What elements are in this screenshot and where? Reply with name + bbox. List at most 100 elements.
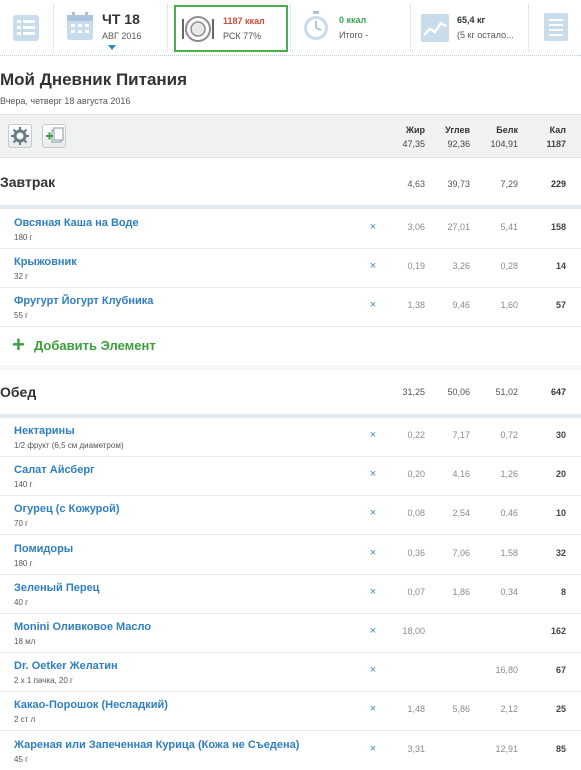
meal-fat: 31,25 bbox=[402, 387, 425, 397]
food-protein: 12,91 bbox=[495, 743, 518, 754]
food-fat: 3,31 bbox=[407, 743, 425, 754]
food-row: Нектарины 1/2 фрукт (6,5 см диаметром) × 0,… bbox=[0, 418, 581, 457]
food-protein: 2,12 bbox=[500, 704, 518, 715]
food-protein: 16,80 bbox=[495, 665, 518, 676]
calories-header: Кал bbox=[549, 125, 566, 135]
food-name-link[interactable]: Крыжовник bbox=[14, 256, 77, 268]
diary-list-icon[interactable] bbox=[12, 14, 40, 47]
calories-tab[interactable]: 1187 ккал РСК 77% bbox=[174, 5, 288, 52]
food-name-link[interactable]: Dr. Oetker Желатин bbox=[14, 660, 118, 672]
food-row: Какао-Порошок (Несладкий) 2 ст л × 1,48 5,86… bbox=[0, 692, 581, 732]
food-carbs: 5,86 bbox=[452, 704, 470, 715]
food-row: Помидоры 180 г × 0,36 7,06 1,58 32 bbox=[0, 536, 581, 575]
food-row: Овсяная Каша на Воде 180 г × 3,06 27,01 5,41 1… bbox=[0, 210, 581, 249]
food-calories: 10 bbox=[555, 508, 566, 519]
food-protein: 0,28 bbox=[500, 261, 518, 272]
meal-protein: 7,29 bbox=[500, 179, 518, 189]
copy-plus-icon bbox=[46, 127, 64, 143]
food-name-link[interactable]: Monini Оливковое Масло bbox=[14, 621, 151, 633]
food-carbs: 7,06 bbox=[452, 547, 470, 558]
exercise-label[interactable]: Итого - bbox=[339, 30, 368, 40]
food-protein: 0,34 bbox=[500, 586, 518, 597]
add-food-button[interactable]: + Добавить Элемент bbox=[0, 328, 581, 368]
date-month[interactable]: АВГ 2016 bbox=[102, 31, 141, 41]
meal-calories: 647 bbox=[550, 387, 566, 397]
food-protein: 5,41 bbox=[500, 222, 518, 232]
meal-protein: 51,02 bbox=[495, 387, 518, 397]
top-toolbar: ЧТ 18 АВГ 2016 1187 ккал РСК 77% 0 ккал … bbox=[0, 0, 581, 56]
food-carbs: 1,86 bbox=[452, 586, 470, 597]
food-fat: 18,00 bbox=[402, 626, 425, 636]
meal-fat: 4,63 bbox=[407, 179, 425, 189]
food-name-link[interactable]: Овсяная Каша на Воде bbox=[14, 217, 139, 229]
weight-chart-icon[interactable] bbox=[420, 13, 450, 48]
stopwatch-icon[interactable] bbox=[302, 10, 330, 47]
food-row: Monini Оливковое Масло 18 мл × 18,00 162 bbox=[0, 614, 581, 653]
food-calories: 8 bbox=[560, 586, 566, 597]
food-carbs: 2,54 bbox=[452, 508, 470, 519]
food-name-link[interactable]: Нектарины bbox=[14, 425, 75, 437]
food-name-link[interactable]: Салат Айсберг bbox=[14, 464, 95, 476]
food-row: Салат Айсберг 140 г × 0,20 4,16 1,26 20 bbox=[0, 457, 581, 497]
plate-icon bbox=[182, 13, 214, 50]
food-row: Жареная или Запеченная Курица (Кожа не С… bbox=[0, 732, 581, 770]
food-quantity: 70 г bbox=[14, 519, 29, 529]
meal-calories: 229 bbox=[550, 179, 566, 189]
exercise-value[interactable]: 0 ккал bbox=[339, 15, 366, 25]
food-carbs: 3,26 bbox=[452, 261, 470, 272]
food-row: Крыжовник 32 г × 0,19 3,26 0,28 14 bbox=[0, 249, 581, 289]
food-name-link[interactable]: Какао-Порошок (Несладкий) bbox=[14, 699, 168, 711]
meal-carbs: 39,73 bbox=[447, 179, 470, 189]
food-calories: 25 bbox=[555, 704, 566, 715]
food-calories: 158 bbox=[550, 222, 566, 232]
food-name-link[interactable]: Жареная или Запеченная Курица (Кожа не С… bbox=[14, 739, 299, 751]
food-fat: 0,20 bbox=[407, 469, 425, 480]
meal-name: Обед bbox=[0, 384, 37, 400]
notebook-icon[interactable] bbox=[543, 12, 569, 47]
food-name-link[interactable]: Огурец (с Кожурой) bbox=[14, 503, 120, 515]
food-quantity: 45 г bbox=[14, 754, 29, 764]
gear-icon bbox=[11, 127, 29, 145]
carbs-header: Углев bbox=[445, 125, 470, 135]
food-quantity: 55 г bbox=[14, 311, 29, 321]
weight-remaining[interactable]: (5 кг остало... bbox=[457, 30, 514, 40]
copy-add-button[interactable] bbox=[42, 124, 66, 148]
food-fat: 0,19 bbox=[407, 261, 425, 272]
food-protein: 1,60 bbox=[500, 300, 518, 311]
food-name-link[interactable]: Зеленый Перец bbox=[14, 582, 99, 594]
food-fat: 0,08 bbox=[407, 508, 425, 519]
food-carbs: 4,16 bbox=[452, 469, 470, 480]
food-protein: 1,26 bbox=[500, 469, 518, 480]
calories-percent: РСК 77% bbox=[223, 31, 262, 41]
food-name-link[interactable]: Помидоры bbox=[14, 543, 73, 555]
fat-total: 47,35 bbox=[402, 139, 425, 149]
carbs-total: 92,36 bbox=[447, 139, 470, 149]
page-title: Мой Дневник Питания bbox=[0, 70, 188, 89]
date-day[interactable]: ЧТ 18 bbox=[102, 11, 140, 27]
food-calories: 67 bbox=[555, 665, 566, 676]
food-fat: 3,06 bbox=[407, 222, 425, 232]
meal-header-lunch: Обед 31,25 50,06 51,02 647 bbox=[0, 370, 581, 414]
food-protein: 1,58 bbox=[500, 547, 518, 558]
food-calories: 32 bbox=[555, 547, 566, 558]
settings-button[interactable] bbox=[8, 124, 32, 148]
chevron-down-icon[interactable] bbox=[108, 45, 116, 50]
food-quantity: 2 x 1 пачка, 20 г bbox=[14, 676, 73, 686]
food-calories: 20 bbox=[555, 469, 566, 480]
calendar-icon[interactable] bbox=[66, 11, 94, 46]
fat-header: Жир bbox=[405, 125, 425, 135]
meal-name: Завтрак bbox=[0, 174, 56, 190]
food-row: Фругурт Йогурт Клубника 55 г × 1,38 9,46 1,60… bbox=[0, 288, 581, 328]
food-quantity: 140 г bbox=[14, 480, 33, 490]
food-calories: 57 bbox=[555, 300, 566, 311]
plus-icon: + bbox=[12, 332, 25, 357]
food-quantity: 40 г bbox=[14, 597, 29, 607]
section-divider bbox=[0, 205, 581, 209]
food-name-link[interactable]: Фругурт Йогурт Клубника bbox=[14, 295, 153, 307]
food-carbs: 27,01 bbox=[447, 222, 470, 232]
meal-carbs: 50,06 bbox=[447, 387, 470, 397]
protein-header: Белк bbox=[496, 125, 518, 135]
page-date-subtitle: Вчера, четверг 18 августа 2016 bbox=[0, 96, 131, 106]
delete-icon[interactable]: × bbox=[368, 664, 378, 676]
weight-value[interactable]: 65,4 кг bbox=[457, 15, 485, 25]
